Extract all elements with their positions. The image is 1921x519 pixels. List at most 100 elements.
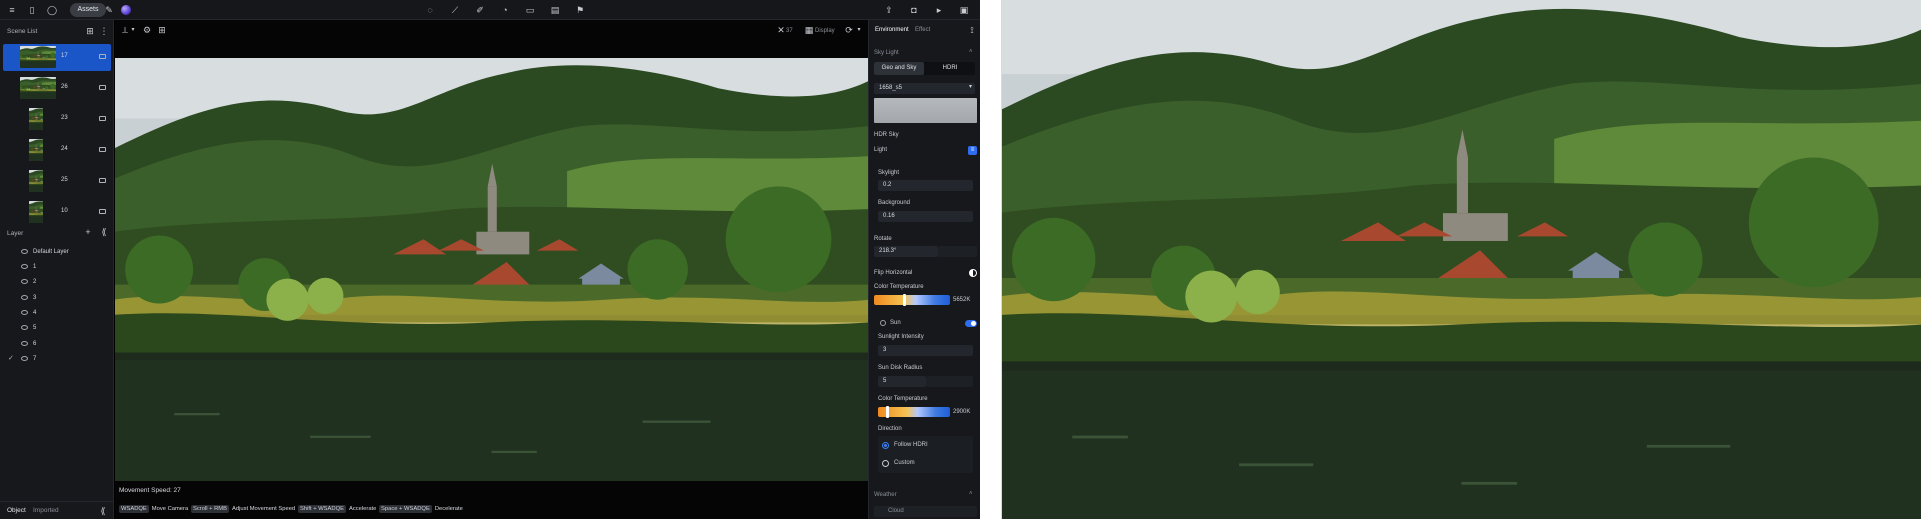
layer-label: 1 (33, 264, 37, 270)
hdri-preview (874, 98, 977, 123)
eye-icon[interactable] (21, 310, 28, 315)
display-label[interactable]: Display (815, 28, 835, 34)
slider-handle[interactable] (886, 406, 889, 418)
eye-icon[interactable] (21, 341, 28, 346)
layer-item-default[interactable]: Default Layer (0, 246, 112, 260)
sun-color-temperature-value: 2900K (953, 409, 971, 415)
pin-icon[interactable]: ⟟ (966, 24, 978, 36)
collapse-icon[interactable]: ⟪ (97, 505, 109, 517)
layer-item-7[interactable]: ✓ 7 (0, 353, 112, 367)
follow-hdri-radio[interactable] (882, 442, 889, 449)
tab-object[interactable]: Object (7, 507, 26, 514)
eye-icon[interactable] (21, 295, 28, 300)
ai-orb-icon[interactable] (121, 5, 131, 15)
layer-item-5[interactable]: 5 (0, 322, 112, 336)
chevron-down-icon[interactable]: ▾ (127, 24, 139, 36)
more-icon[interactable]: ⋮ (98, 25, 110, 37)
brush-icon[interactable]: ✐ (474, 4, 486, 16)
layer-item-1[interactable]: 1 (0, 261, 112, 275)
custom-label[interactable]: Custom (894, 460, 915, 466)
light-bulb-icon[interactable]: ◌ (424, 4, 436, 16)
settings-icon[interactable]: ⚙ (141, 24, 153, 36)
background-input[interactable]: 0.16 (878, 211, 973, 222)
tab-environment[interactable]: Environment (875, 27, 909, 33)
record-icon[interactable]: ▸ (933, 4, 945, 16)
slider-handle[interactable] (903, 294, 906, 306)
tab-imported[interactable]: Imported (33, 507, 59, 514)
display-icon[interactable]: ▦ (803, 24, 815, 36)
custom-radio[interactable] (882, 460, 889, 467)
left-bottom-tabs: Object Imported ⟪ (0, 501, 113, 519)
scene-item-10[interactable]: 10 (3, 199, 111, 226)
scene-item-17[interactable]: 17 (3, 44, 111, 71)
video-icon[interactable]: ▭ (524, 4, 536, 16)
sun-toggle[interactable] (965, 320, 977, 327)
layer-item-3[interactable]: 3 (0, 292, 112, 306)
chevron-up-icon[interactable]: ˄ (969, 491, 973, 497)
chevron-up-icon[interactable]: ˄ (969, 49, 973, 55)
layer-item-2[interactable]: 2 (0, 276, 112, 290)
layer-label: 3 (33, 295, 37, 301)
layer-item-4[interactable]: 4 (0, 307, 112, 321)
file-icon[interactable]: ▯ (26, 4, 38, 16)
render-preview (1002, 0, 1921, 519)
inbox-icon[interactable]: ▣ (958, 4, 970, 16)
measure-icon[interactable]: ⟋ (449, 4, 461, 16)
export-icon[interactable]: ⇪ (883, 4, 895, 16)
eye-icon[interactable] (21, 279, 28, 284)
layout-icon[interactable]: ▤ (549, 4, 561, 16)
cloud-row[interactable]: Cloud (874, 506, 977, 517)
chat-icon[interactable]: ◯ (46, 4, 58, 16)
layer-item-6[interactable]: 6 (0, 338, 112, 352)
add-layer-icon[interactable]: + (82, 226, 94, 238)
scene-thumbnail (29, 201, 43, 223)
scene-item-24[interactable]: 24 (3, 137, 111, 164)
eye-icon[interactable] (21, 264, 28, 269)
assets-button[interactable]: Assets (70, 3, 106, 17)
light-settings-icon[interactable]: ≡ (968, 146, 977, 155)
3d-viewport[interactable]: ⟂ ▾ ⚙ ⊞ ✕ 37 ▦ Display ⟳ ▾ Movement Spee… (115, 20, 868, 519)
scene-thumbnail (29, 108, 43, 130)
camera-icon[interactable] (99, 116, 106, 121)
tab-effect[interactable]: Effect (915, 27, 930, 33)
mode-geo-sky[interactable]: Geo and Sky (874, 62, 924, 75)
weather-section[interactable]: Weather (874, 492, 897, 498)
eye-icon[interactable] (21, 356, 28, 361)
rotate-slider-track[interactable] (938, 246, 977, 257)
sunlight-intensity-input[interactable]: 3 (878, 345, 973, 356)
menu-icon[interactable]: ≡ (6, 4, 18, 16)
camera-icon[interactable] (99, 85, 106, 90)
sun-color-temperature-slider[interactable] (878, 406, 950, 418)
scene-item-23[interactable]: 23 (3, 106, 111, 133)
mode-hdri[interactable]: HDRI (925, 62, 975, 75)
color-temperature-slider[interactable] (874, 294, 950, 306)
magic-wand-icon[interactable]: ✎ (103, 4, 115, 16)
add-scene-icon[interactable]: ⊞ (84, 25, 96, 37)
chevron-down-icon[interactable]: ▾ (969, 83, 972, 90)
sky-light-section[interactable]: Sky Light (874, 50, 899, 56)
camera-icon[interactable] (99, 147, 106, 152)
chevron-down-icon[interactable]: ▾ (853, 24, 865, 36)
grid-icon[interactable]: ⊞ (156, 24, 168, 36)
eye-icon[interactable] (21, 325, 28, 330)
shortcut-accelerate: Shift + WSADQE Accelerate (298, 505, 377, 513)
scene-item-26[interactable]: 26 (3, 75, 111, 102)
camera-icon[interactable] (99, 54, 106, 59)
scene-item-label: 25 (61, 177, 68, 183)
sun-disk-radius-input[interactable]: 5 (878, 376, 926, 387)
rotate-input[interactable]: 218.3° (874, 246, 938, 257)
flag-icon[interactable]: ⚑ (574, 4, 586, 16)
camera-icon[interactable] (99, 178, 106, 183)
scene-list-title: Scene List (7, 28, 38, 35)
material-icon[interactable]: ◔ (499, 4, 511, 16)
flip-toggle-icon[interactable] (969, 269, 977, 277)
collapse-icon[interactable]: ⟪ (98, 226, 110, 238)
hdri-select[interactable]: 1658_s5 (874, 83, 975, 94)
camera-icon[interactable] (99, 209, 106, 214)
sun-disk-slider-track[interactable] (926, 376, 973, 387)
follow-hdri-label[interactable]: Follow HDRI (894, 442, 928, 448)
camera-icon[interactable]: ◘ (908, 4, 920, 16)
scene-item-25[interactable]: 25 (3, 168, 111, 195)
skylight-input[interactable]: 0.2 (878, 180, 973, 191)
eye-icon[interactable] (21, 249, 28, 254)
